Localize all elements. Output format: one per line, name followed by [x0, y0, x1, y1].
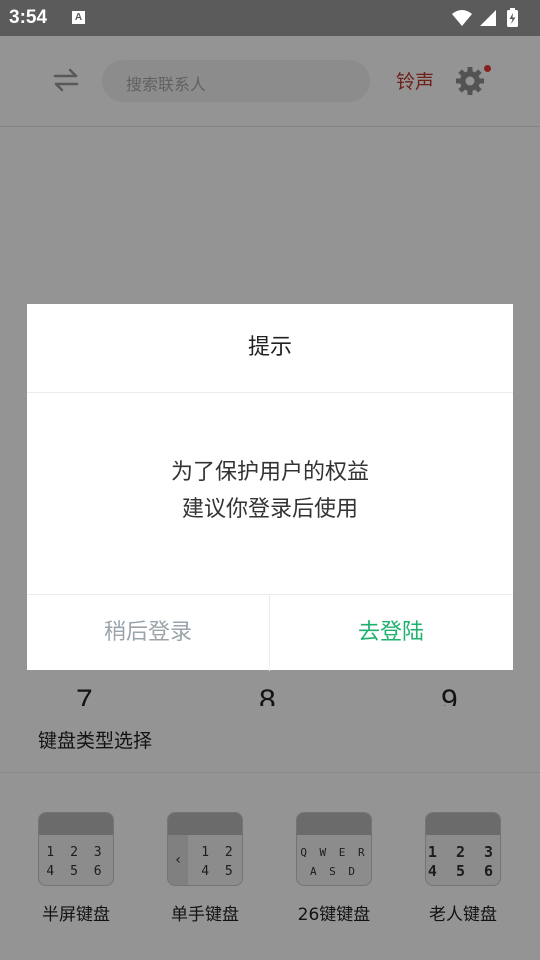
login-later-button[interactable]: 稍后登录: [27, 595, 270, 671]
wifi-icon: [452, 10, 472, 26]
battery-charging-icon: [507, 8, 518, 27]
dialog-message-line-1: 为了保护用户的权益: [170, 460, 369, 485]
status-bar: 3:54 A: [0, 0, 540, 36]
dialog-actions: 稍后登录 去登陆: [27, 594, 513, 671]
dialog-message-line-2: 建议你登录后使用: [181, 497, 358, 522]
login-prompt-dialog: 提示 为了保护用户的权益 建议你登录后使用 稍后登录 去登陆: [27, 304, 513, 671]
dialog-message: 为了保护用户的权益 建议你登录后使用: [27, 454, 513, 528]
status-time: 3:54: [9, 7, 48, 28]
notification-icon: A: [72, 11, 85, 24]
go-login-button[interactable]: 去登陆: [270, 595, 512, 671]
status-icons: [450, 8, 530, 32]
dialog-title: 提示: [27, 304, 513, 393]
signal-icon: [480, 10, 496, 26]
